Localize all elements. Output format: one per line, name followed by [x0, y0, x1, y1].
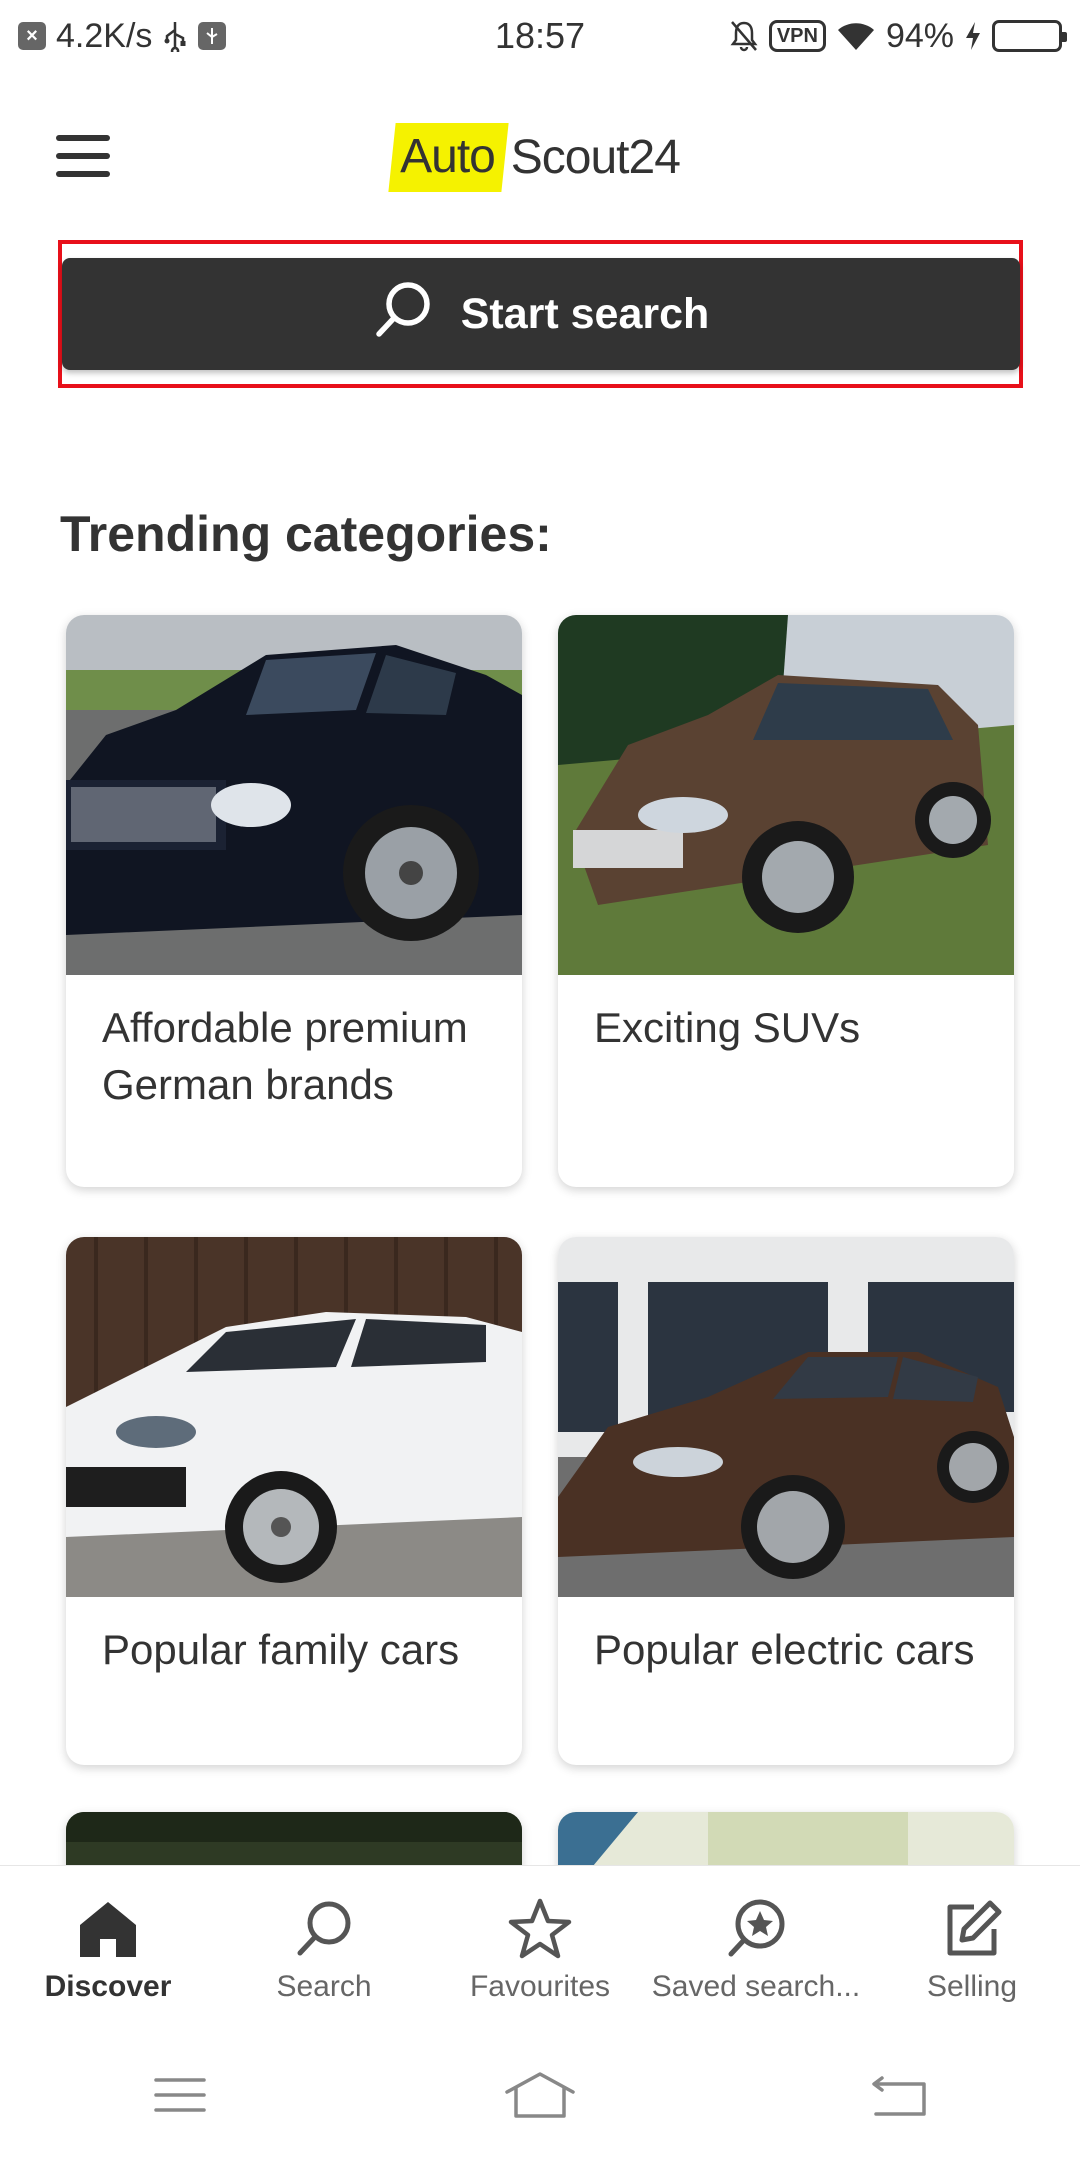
category-card-family-cars[interactable]: Popular family cars: [66, 1237, 522, 1765]
card-label: Popular family cars: [102, 1626, 460, 1673]
saved-search-icon: [721, 1894, 791, 1964]
edit-icon: [937, 1894, 1007, 1964]
card-image-white-hatchback: [66, 1237, 522, 1597]
recents-icon: [154, 2078, 206, 2112]
card-image-partial-blue-car: [558, 1812, 1014, 1865]
system-navigation-bar: [0, 2030, 1080, 2160]
star-icon: [505, 1894, 575, 1964]
nav-selling[interactable]: Selling: [864, 1866, 1080, 2025]
category-card-suvs[interactable]: Exciting SUVs: [558, 615, 1014, 1187]
card-image-brown-electric-sedan: [558, 1237, 1014, 1597]
nav-search[interactable]: Search: [216, 1866, 432, 2025]
trending-categories-grid: Affordable premium German brands Excitin…: [0, 0, 1080, 1865]
system-home-icon: [505, 2072, 575, 2118]
card-label: Affordable premium German brands: [102, 1004, 468, 1108]
card-label: Exciting SUVs: [594, 1004, 861, 1051]
search-icon: [289, 1894, 359, 1964]
bottom-navigation: Discover Search Favourites Saved search.…: [0, 1865, 1080, 2025]
recent-apps-button[interactable]: [120, 2055, 240, 2135]
nav-discover[interactable]: Discover: [0, 1866, 216, 2025]
card-label: Popular electric cars: [594, 1626, 975, 1673]
category-card-german-brands[interactable]: Affordable premium German brands: [66, 615, 522, 1187]
category-card-partial[interactable]: [558, 1812, 1014, 1865]
home-button[interactable]: [480, 2055, 600, 2135]
home-icon: [73, 1894, 143, 1964]
card-image-partial-trees: [66, 1812, 522, 1865]
card-image-brown-suv: [558, 615, 1014, 975]
card-image-dark-sedan: [66, 615, 522, 975]
nav-saved-searches[interactable]: Saved search...: [648, 1866, 864, 2025]
back-button[interactable]: [840, 2055, 960, 2135]
category-card-partial[interactable]: [66, 1812, 522, 1865]
back-icon: [872, 2076, 926, 2116]
nav-favourites[interactable]: Favourites: [432, 1866, 648, 2025]
category-card-electric-cars[interactable]: Popular electric cars: [558, 1237, 1014, 1765]
